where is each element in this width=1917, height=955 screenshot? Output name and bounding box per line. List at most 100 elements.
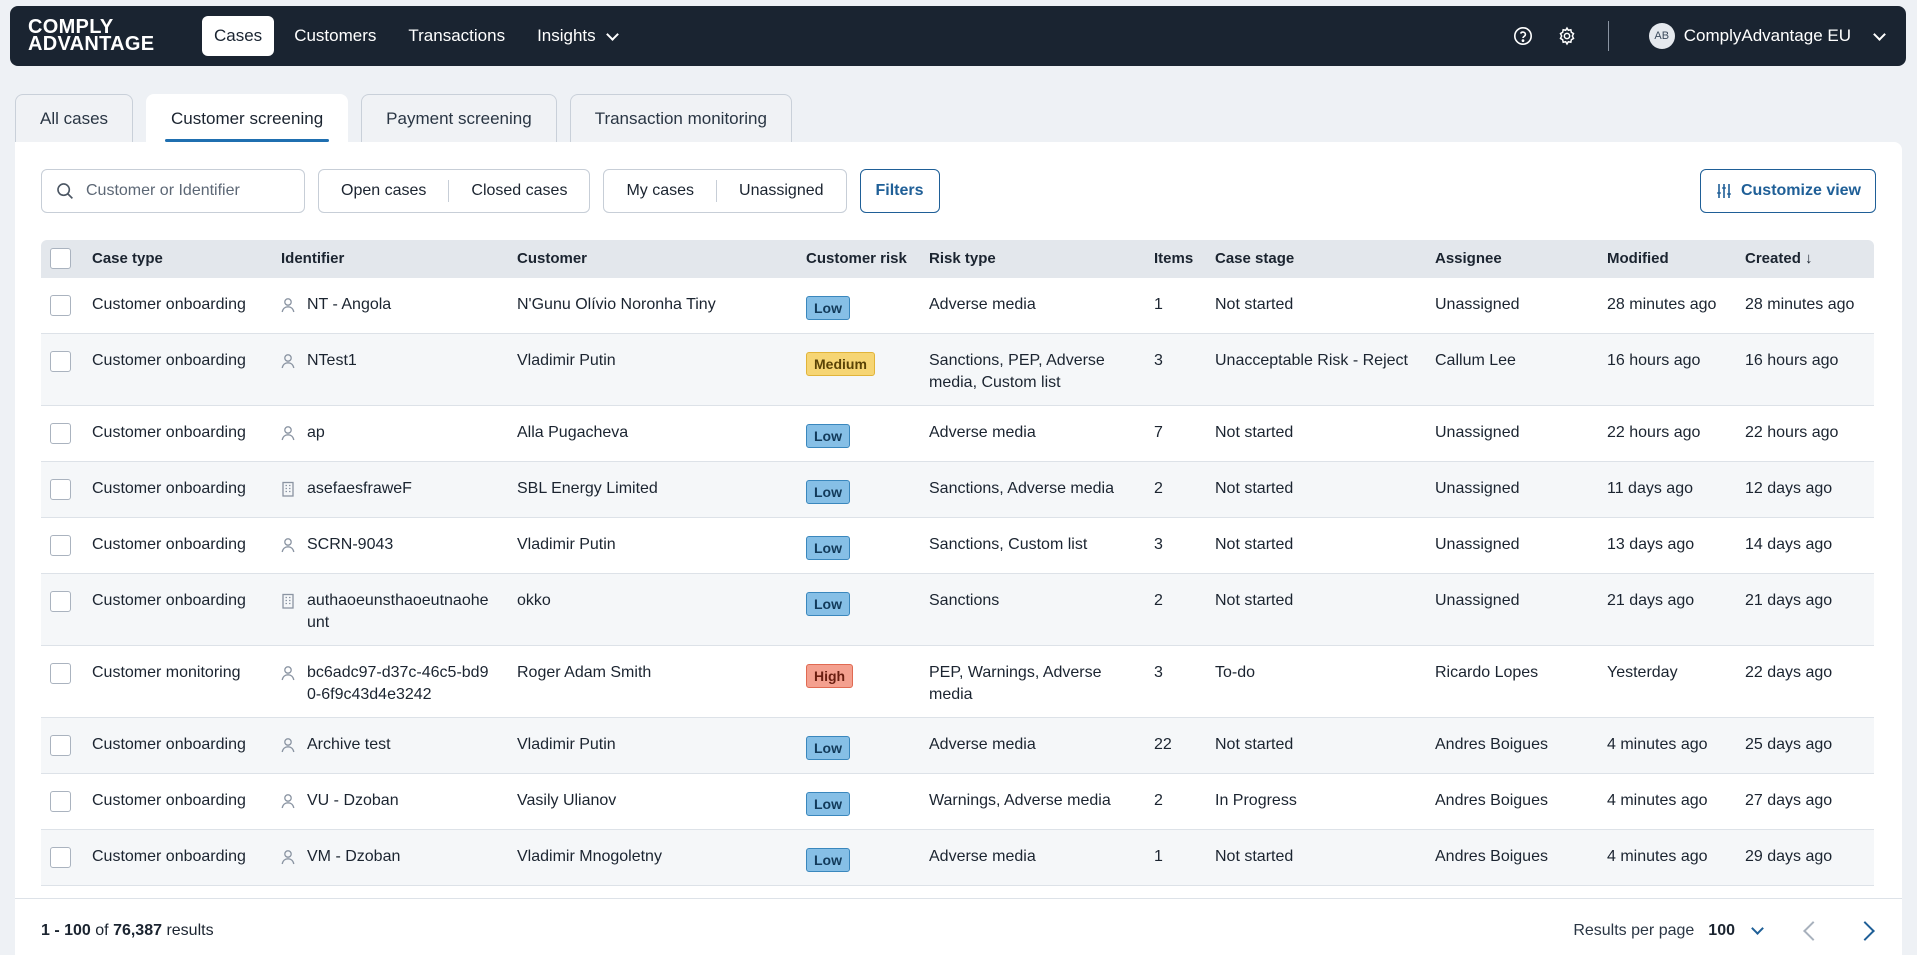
col-customer-risk[interactable]: Customer risk [806, 248, 907, 270]
identifier-cell[interactable]: VM - Dzoban [281, 846, 496, 872]
chevron-left-icon[interactable] [1803, 920, 1823, 941]
org-name[interactable]: ComplyAdvantage EU [1684, 26, 1851, 46]
row-checkbox[interactable] [50, 423, 71, 444]
risk-badge: Low [806, 424, 850, 448]
row-checkbox[interactable] [50, 591, 71, 612]
customer-risk-cell: High [806, 662, 854, 688]
table-row[interactable]: Customer onboarding VU - Dzoban Vasily Uli… [41, 774, 1874, 830]
filters-button[interactable]: Filters [859, 169, 940, 213]
nav-transactions[interactable]: Transactions [396, 16, 517, 56]
assignee: Andres Boigues [1435, 736, 1548, 753]
tab-transaction-monitoring[interactable]: Transaction monitoring [569, 94, 792, 142]
table-row[interactable]: Customer onboarding asefaesfraweF SBL Ener… [41, 462, 1874, 518]
table-row[interactable]: Customer onboarding SCRN-9043 Vladimir Put… [41, 518, 1874, 574]
risk-type: PEP, Warnings, Adverse media [929, 664, 1102, 703]
identifier-cell[interactable]: authaoeunsthaoeutnaoheunt [281, 590, 496, 634]
my-cases-button[interactable]: My cases [604, 170, 716, 212]
identifier-cell[interactable]: SCRN-9043 [281, 534, 496, 560]
assignee: Unassigned [1435, 592, 1520, 609]
nav-customers[interactable]: Customers [282, 16, 388, 56]
items-count: 2 [1154, 792, 1163, 809]
row-checkbox[interactable] [50, 663, 71, 684]
col-modified[interactable]: Modified [1607, 248, 1669, 270]
row-checkbox[interactable] [50, 735, 71, 756]
case-stage: Not started [1215, 424, 1294, 441]
brand-logo[interactable]: COMPLY ADVANTAGE [28, 17, 170, 54]
tab-customer-screening[interactable]: Customer screening [146, 94, 349, 142]
identifier-cell[interactable]: NT - Angola [281, 294, 496, 320]
items-count: 3 [1154, 352, 1163, 369]
col-created[interactable]: Created ↓ [1745, 248, 1813, 270]
chevron-right-icon[interactable] [1855, 920, 1875, 941]
table-row[interactable]: Customer onboarding authaoeunsthaoeutnaoh… [41, 574, 1874, 646]
col-case-type[interactable]: Case type [92, 248, 163, 270]
select-all-checkbox[interactable] [50, 248, 71, 269]
per-page-select[interactable]: 100 [1708, 922, 1735, 940]
open-cases-button[interactable]: Open cases [319, 170, 448, 212]
search-box[interactable] [41, 169, 305, 213]
row-checkbox[interactable] [50, 847, 71, 868]
customer-name: N'Gunu Olívio Noronha Tiny [517, 296, 716, 313]
row-checkbox[interactable] [50, 295, 71, 316]
table-row[interactable]: Customer onboarding NT - Angola N'Gunu Olí… [41, 278, 1874, 334]
modified-time: 13 days ago [1607, 536, 1695, 553]
identifier: bc6adc97-d37c-46c5-bd90-6f9c43d4e3242 [307, 664, 489, 703]
table-row[interactable]: Customer onboarding VM - Dzoban Vladimir M… [41, 830, 1874, 886]
tab-label: Customer screening [171, 108, 324, 128]
tab-label: Transaction monitoring [594, 108, 767, 128]
customer-risk-cell: Medium [806, 350, 875, 376]
modified-time: 4 minutes ago [1607, 848, 1708, 865]
help-circle-icon[interactable] [1512, 25, 1534, 47]
table-row[interactable]: Customer monitoring bc6adc97-d37c-46c5-bd… [41, 646, 1874, 718]
modified-time: 16 hours ago [1607, 352, 1701, 369]
customize-view-label: Customize view [1740, 182, 1861, 199]
identifier: asefaesfraweF [307, 480, 412, 497]
created-time: 16 hours ago [1745, 352, 1839, 369]
case-stage: Not started [1215, 480, 1294, 497]
identifier-cell[interactable]: Archive test [281, 734, 496, 760]
created-time: 22 hours ago [1745, 424, 1839, 441]
col-risk-type[interactable]: Risk type [929, 248, 1114, 270]
identifier-cell[interactable]: ap [281, 422, 496, 448]
col-customer[interactable]: Customer [517, 248, 587, 270]
row-checkbox[interactable] [50, 351, 71, 372]
search-input[interactable] [86, 182, 276, 200]
table-row[interactable]: Customer onboarding Archive test Vladimir … [41, 718, 1874, 774]
case-stage: In Progress [1215, 792, 1297, 809]
row-checkbox[interactable] [50, 535, 71, 556]
chevron-down-icon[interactable] [1873, 27, 1886, 41]
case-type: Customer onboarding [92, 848, 246, 865]
closed-cases-button[interactable]: Closed cases [449, 170, 589, 212]
chevron-down-icon[interactable] [1751, 922, 1764, 935]
risk-badge: Low [806, 736, 850, 760]
col-items[interactable]: Items [1154, 248, 1193, 270]
unassigned-button[interactable]: Unassigned [717, 170, 846, 212]
table-row[interactable]: Customer onboarding ap Alla Pugacheva Low Ad… [41, 406, 1874, 462]
gear-icon[interactable] [1556, 25, 1578, 47]
identifier-cell[interactable]: VU - Dzoban [281, 790, 496, 816]
col-identifier[interactable]: Identifier [281, 248, 496, 270]
results-summary: 1 - 100 of 76,387 results [41, 922, 214, 940]
table-header: Case type Identifier Customer Customer r… [41, 240, 1874, 278]
table-row[interactable]: Customer onboarding NTest1 Vladimir Putin M… [41, 334, 1874, 406]
identifier-cell[interactable]: asefaesfraweF [281, 478, 496, 504]
case-type: Customer onboarding [92, 592, 246, 609]
case-type: Customer onboarding [92, 736, 246, 753]
nav-customers-label: Customers [294, 26, 377, 45]
identifier-cell[interactable]: bc6adc97-d37c-46c5-bd90-6f9c43d4e3242 [281, 662, 496, 706]
row-checkbox[interactable] [50, 479, 71, 500]
tab-all-cases[interactable]: All cases [15, 94, 134, 142]
pagination [1803, 920, 1876, 941]
customer-risk-cell: Low [806, 478, 850, 504]
nav-cases[interactable]: Cases [202, 16, 275, 56]
nav-insights[interactable]: Insights [525, 16, 629, 56]
avatar[interactable]: AB [1648, 23, 1675, 49]
row-checkbox[interactable] [50, 791, 71, 812]
tab-payment-screening[interactable]: Payment screening [361, 94, 557, 142]
col-assignee[interactable]: Assignee [1435, 248, 1502, 270]
identifier-cell[interactable]: NTest1 [281, 350, 496, 376]
risk-badge: Low [806, 848, 850, 872]
customize-view-button[interactable]: Customize view [1699, 169, 1876, 213]
items-count: 7 [1154, 424, 1163, 441]
col-case-stage[interactable]: Case stage [1215, 248, 1294, 270]
